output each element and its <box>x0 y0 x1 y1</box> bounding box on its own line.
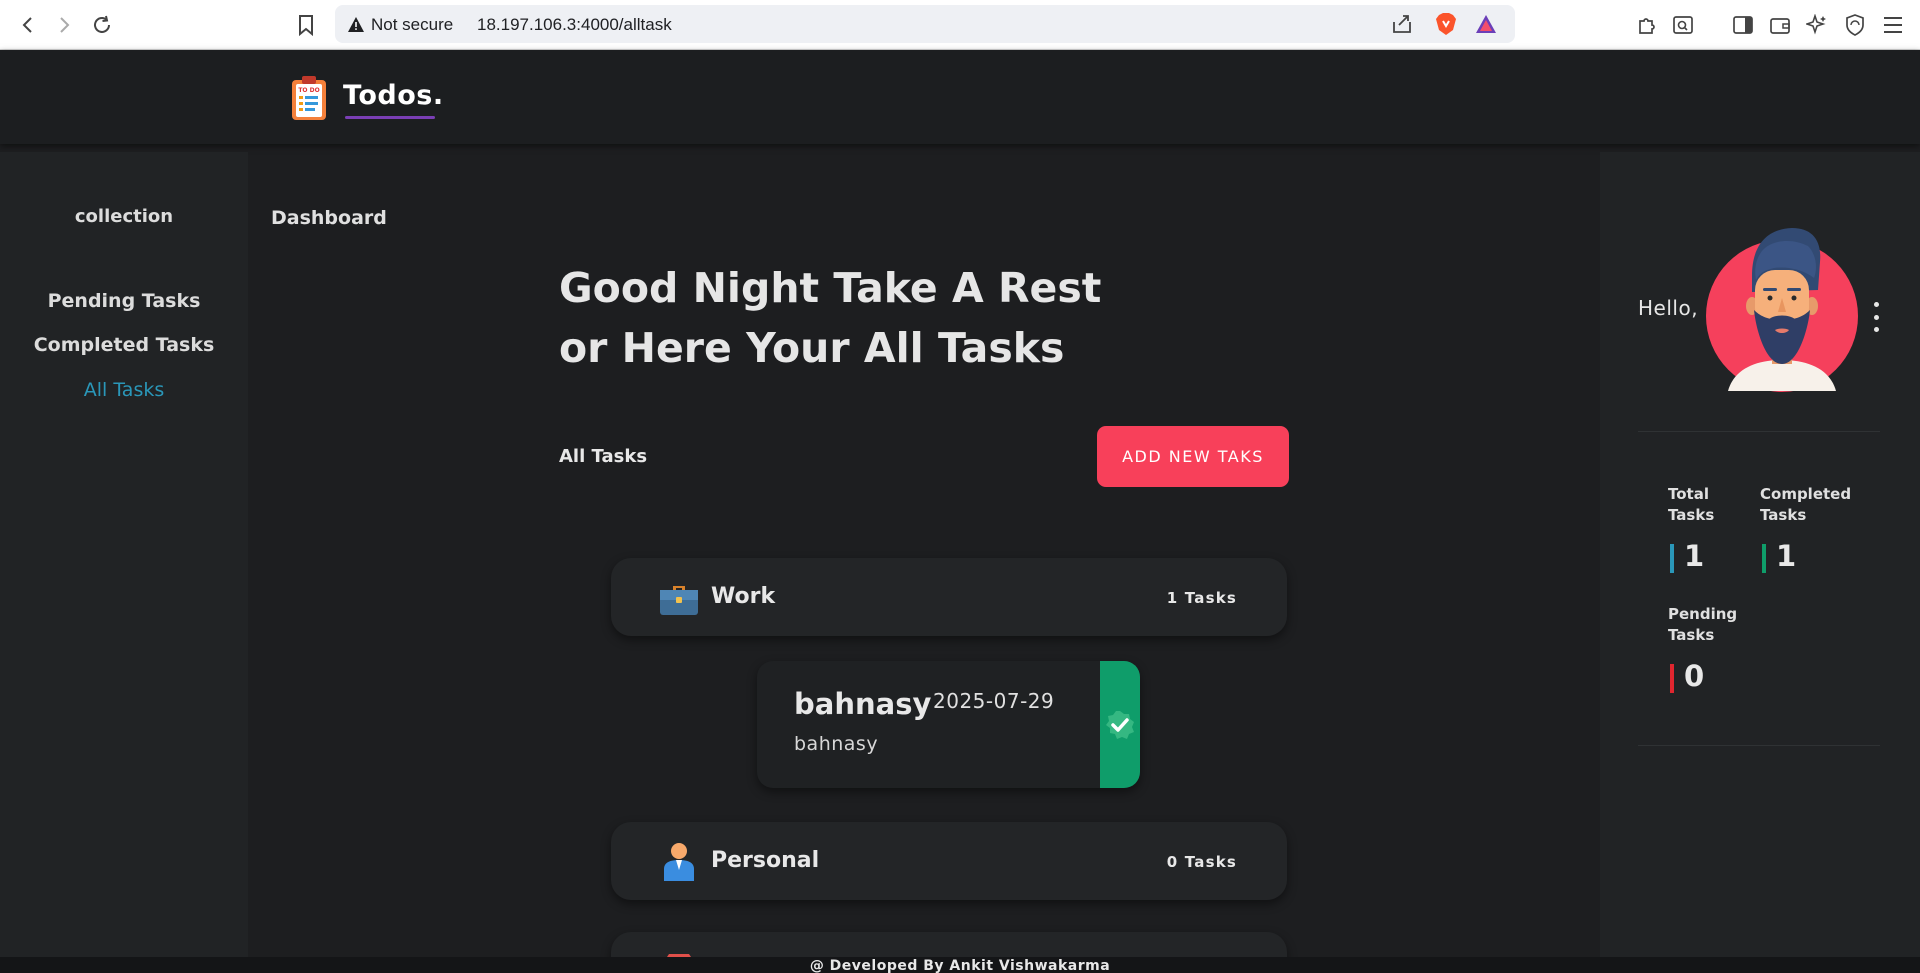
collection-name: Work <box>711 584 776 609</box>
profile-menu-button[interactable] <box>1870 302 1882 332</box>
warning-icon <box>348 17 364 32</box>
app-logo-text[interactable]: Todos. <box>343 80 444 111</box>
url-text[interactable]: 18.197.106.3:4000/alltask <box>477 15 672 35</box>
address-bar[interactable]: Not secure 18.197.106.3:4000/alltask <box>335 5 1515 43</box>
sidebar-item-pending-tasks[interactable]: Pending Tasks <box>0 290 248 312</box>
person-icon <box>664 843 694 881</box>
clipboard-logo-icon: TO DO <box>292 76 326 120</box>
app-header: TO DO Todos. <box>0 50 1920 144</box>
briefcase-icon <box>660 586 698 615</box>
hello-greeting: Hello, <box>1638 296 1699 320</box>
kebab-dot-icon <box>1873 314 1879 320</box>
collection-card-personal[interactable]: Personal 0 Tasks <box>611 822 1287 900</box>
page-greeting: Good Night Take A Rest or Here Your All … <box>559 264 1102 372</box>
bookmark-button[interactable] <box>292 11 320 39</box>
sidebar-icon <box>1733 16 1753 34</box>
logo-underline <box>345 116 435 119</box>
task-date: 2025-07-29 <box>933 689 1055 713</box>
completed-tasks-value: 1 <box>1776 539 1797 573</box>
collection-sidebar: collection Pending Tasks Completed Tasks… <box>0 152 248 957</box>
collection-task-count: 0 Tasks <box>1166 853 1237 871</box>
page-search-icon <box>1673 16 1693 34</box>
completed-tasks-indicator <box>1762 544 1766 573</box>
collection-name: Personal <box>711 848 820 873</box>
total-tasks-label: Total Tasks <box>1668 485 1715 524</box>
reload-button[interactable] <box>88 11 116 39</box>
pending-tasks-value: 0 <box>1684 659 1705 693</box>
sidebar-item-completed-tasks[interactable]: Completed Tasks <box>0 334 248 356</box>
footer: @ Developed By Ankit Vishwakarma <box>0 957 1920 973</box>
sparkle-icon <box>1806 14 1826 35</box>
brave-rewards-button[interactable] <box>1473 11 1499 37</box>
task-description: bahnasy <box>794 733 879 755</box>
wallet-icon <box>1770 18 1790 34</box>
breadcrumb[interactable]: Dashboard <box>271 207 387 229</box>
add-new-task-button[interactable]: ADD NEW TAKS <box>1097 426 1289 487</box>
sidebar-title: collection <box>74 206 174 227</box>
page-search-button[interactable] <box>1670 12 1696 38</box>
brave-lion-icon <box>1436 13 1456 35</box>
leo-ai-button[interactable] <box>1804 12 1830 38</box>
profile-panel: Hello, Total Tasks 1 Completed Tasks 1 P… <box>1600 152 1920 957</box>
hamburger-icon <box>1884 17 1902 33</box>
puzzle-icon <box>1639 18 1655 34</box>
kebab-dot-icon <box>1873 302 1879 307</box>
brave-shields-button[interactable] <box>1433 11 1459 37</box>
svg-text:TO DO: TO DO <box>298 87 319 94</box>
footer-credit: @ Developed By Ankit Vishwakarma <box>809 958 1111 973</box>
chevron-left-icon <box>22 17 32 33</box>
shield-icon <box>1846 14 1864 36</box>
pending-tasks-label: Pending Tasks <box>1668 605 1738 644</box>
divider <box>1638 745 1880 746</box>
total-tasks-indicator <box>1670 544 1674 573</box>
divider <box>1638 431 1880 432</box>
bookmark-icon <box>299 15 313 36</box>
extensions-button[interactable] <box>1634 12 1660 38</box>
browser-toolbar: Not secure 18.197.106.3:4000/alltask <box>0 0 1920 50</box>
chevron-right-icon <box>60 17 70 33</box>
pending-tasks-indicator <box>1670 664 1674 693</box>
triangle-rewards-icon <box>1476 15 1496 33</box>
kebab-dot-icon <box>1873 327 1879 332</box>
sidebar-item-all-tasks[interactable]: All Tasks <box>0 379 248 401</box>
menu-button[interactable] <box>1880 12 1906 38</box>
checkmark-badge-icon <box>1106 710 1134 739</box>
wallet-button[interactable] <box>1767 12 1793 38</box>
task-title: bahnasy <box>794 687 932 721</box>
collection-card-work[interactable]: Work 1 Tasks <box>611 558 1287 636</box>
completed-tasks-label: Completed Tasks <box>1760 485 1852 524</box>
sidebar-toggle-button[interactable] <box>1730 12 1756 38</box>
back-button[interactable] <box>14 11 42 39</box>
total-tasks-value: 1 <box>1684 539 1705 573</box>
section-label: All Tasks <box>559 446 648 467</box>
security-label: Not secure <box>371 15 454 34</box>
avatar[interactable] <box>1704 224 1860 394</box>
share-button[interactable] <box>1389 11 1415 37</box>
task-complete-toggle[interactable] <box>1100 661 1140 788</box>
share-icon <box>1393 15 1411 33</box>
collection-task-count: 1 Tasks <box>1166 589 1237 607</box>
forward-button[interactable] <box>50 11 78 39</box>
task-card[interactable]: bahnasy 2025-07-29 bahnasy <box>757 661 1140 788</box>
reload-icon <box>94 15 110 33</box>
vpn-button[interactable] <box>1842 12 1868 38</box>
